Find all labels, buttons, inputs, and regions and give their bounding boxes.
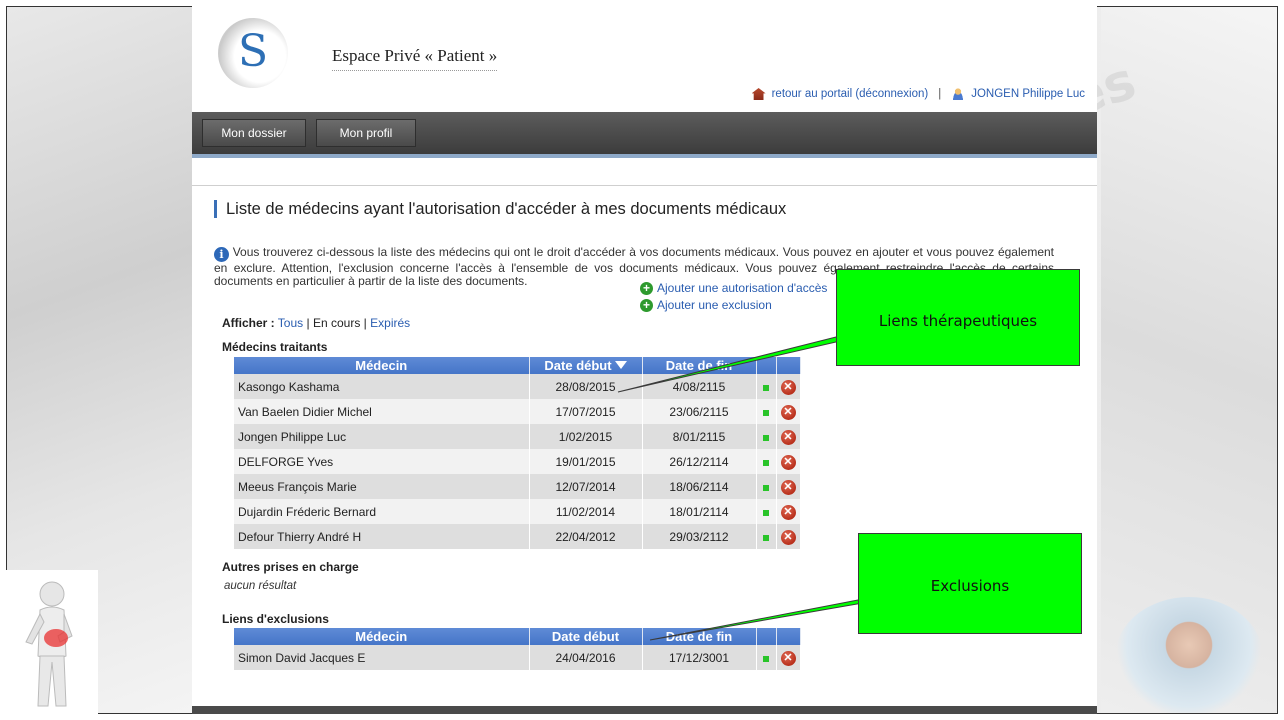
exclusions-callout: Exclusions	[858, 533, 1082, 634]
therapeutic-callout-pointer	[617, 335, 863, 393]
exclusions-callout-pointer	[649, 599, 881, 641]
therapeutic-links-callout: Liens thérapeutiques	[836, 269, 1080, 366]
callout-pointers	[617, 335, 881, 641]
